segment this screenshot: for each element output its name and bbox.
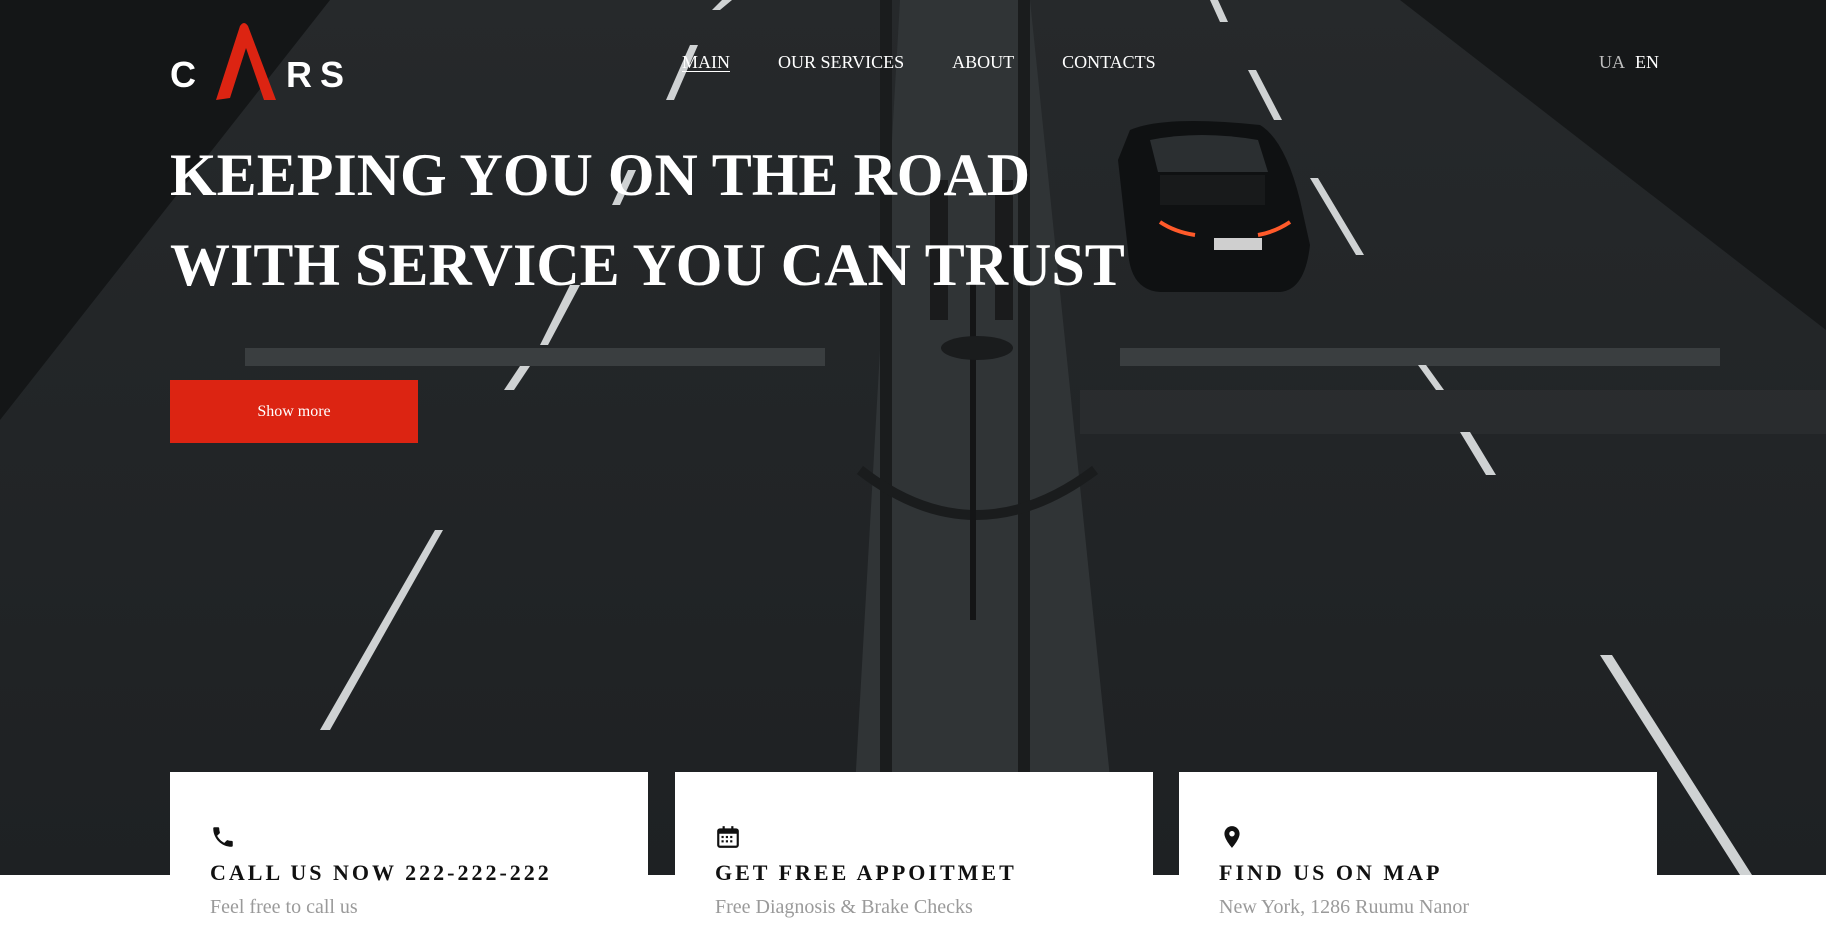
card-subtitle: Feel free to call us [210,896,358,918]
logo-a-mark [216,23,276,100]
nav-item-our-services[interactable]: OUR SERVICES [778,52,904,73]
phone-icon [210,824,236,855]
nav-item-main[interactable]: MAIN [682,52,730,73]
card-subtitle: Free Diagnosis & Brake Checks [715,896,973,918]
nav-item-contacts[interactable]: CONTACTS [1062,52,1156,73]
show-more-button[interactable]: Show more [170,380,418,443]
logo-letter-c: C [170,54,198,95]
lang-en[interactable]: EN [1635,52,1659,73]
language-switcher: UA EN [1599,52,1659,73]
card-title: GET FREE APPOITMET [715,860,1017,885]
contact-card-appointment: GET FREE APPOITMET Free Diagnosis & Brak… [675,772,1153,942]
hero-headline-line-1: KEEPING YOU ON THE ROAD [170,142,1031,208]
main-nav: MAIN OUR SERVICES ABOUT CONTACTS [682,52,1156,73]
contact-card-call: CALL US NOW 222-222-222 Feel free to cal… [170,772,648,942]
lang-ua[interactable]: UA [1599,52,1625,73]
logo-letter-r: R [286,54,314,95]
hero-headline-line-2: WITH SERVICE YOU CAN TRUST [170,232,1125,298]
card-title: FIND US ON MAP [1219,860,1443,885]
card-subtitle: New York, 1286 Ruumu Nanor [1219,896,1469,918]
map-pin-icon [1219,824,1245,855]
hero-section: C R S MAIN OUR SERVICES ABOUT CONTACTS U… [0,0,1826,875]
nav-item-about[interactable]: ABOUT [952,52,1014,73]
cars-logo[interactable]: C R S [170,20,350,104]
logo-letter-s: S [320,54,347,95]
card-title: CALL US NOW 222-222-222 [210,860,552,885]
contact-card-map: FIND US ON MAP New York, 1286 Ruumu Nano… [1179,772,1657,942]
hero-headline: KEEPING YOU ON THE ROAD WITH SERVICE YOU… [170,130,1125,310]
calendar-icon [715,824,741,855]
